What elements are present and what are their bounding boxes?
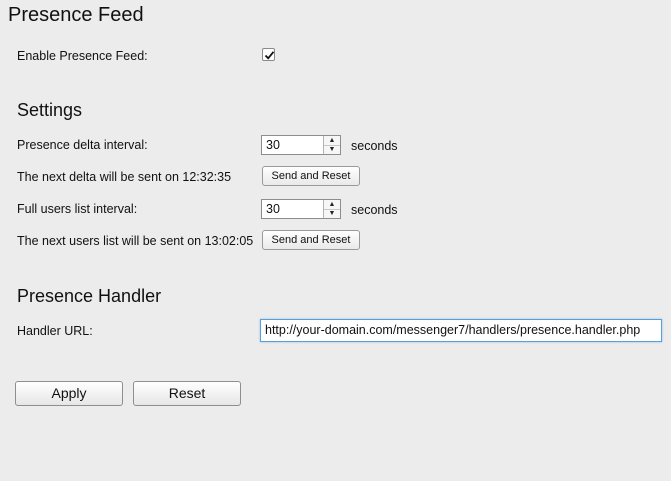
arrow-down-icon[interactable]: ▼ [324, 145, 340, 154]
presence-delta-interval-value[interactable]: 30 [266, 138, 280, 153]
next-users-list-label: The next users list will be sent on 13:0… [17, 234, 254, 248]
handler-url-label: Handler URL: [17, 324, 93, 338]
enable-presence-feed-checkbox[interactable] [262, 48, 275, 61]
full-users-list-unit: seconds [351, 203, 398, 217]
full-users-list-interval-label: Full users list interval: [17, 202, 138, 216]
send-and-reset-users-button[interactable]: Send and Reset [262, 230, 360, 250]
presence-delta-interval-stepper[interactable]: 30 ▲ ▼ [261, 135, 341, 155]
next-delta-label: The next delta will be sent on 12:32:35 [17, 170, 232, 184]
presence-delta-unit: seconds [351, 139, 398, 153]
checkmark-icon [264, 51, 275, 60]
page-title: Presence Feed [8, 4, 144, 26]
presence-handler-heading: Presence Handler [17, 286, 162, 306]
send-and-reset-delta-button[interactable]: Send and Reset [262, 166, 360, 186]
apply-button[interactable]: Apply [15, 381, 123, 406]
presence-delta-interval-label: Presence delta interval: [17, 138, 148, 152]
presence-feed-page: Presence Feed Enable Presence Feed: Sett… [0, 0, 671, 481]
enable-presence-feed-label: Enable Presence Feed: [17, 49, 148, 63]
stepper-buttons: ▲ ▼ [323, 136, 340, 154]
full-users-list-interval-value[interactable]: 30 [266, 202, 280, 217]
handler-url-input[interactable]: http://your-domain.com/messenger7/handle… [260, 319, 662, 342]
full-users-list-interval-stepper[interactable]: 30 ▲ ▼ [261, 199, 341, 219]
arrow-down-icon[interactable]: ▼ [324, 209, 340, 218]
reset-button[interactable]: Reset [133, 381, 241, 406]
stepper-buttons: ▲ ▼ [323, 200, 340, 218]
settings-heading: Settings [17, 100, 83, 120]
